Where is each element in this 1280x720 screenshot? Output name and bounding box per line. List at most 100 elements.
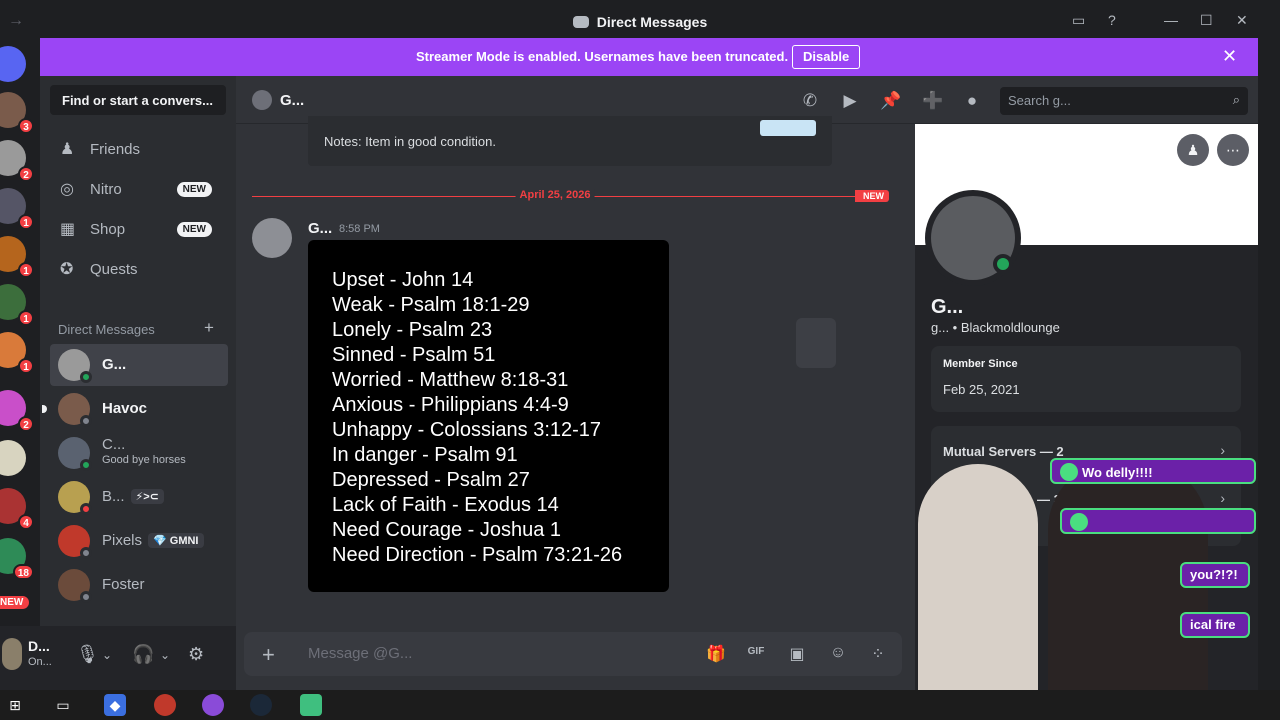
friends-icon: ♟	[60, 141, 75, 158]
server-icon[interactable]: 1	[0, 332, 34, 374]
nav-quests[interactable]: ✪ Quests	[50, 252, 226, 288]
overlay-chat-message	[1060, 508, 1256, 534]
streamer-mode-banner: Streamer Mode is enabled. Usernames have…	[40, 38, 1258, 76]
nav-nitro[interactable]: ◎ Nitro NEW	[50, 172, 226, 208]
add-friend-icon[interactable]: ♟	[1177, 134, 1209, 166]
gift-icon[interactable]: 🎁	[706, 644, 726, 664]
nav-shop[interactable]: ▦ Shop NEW	[50, 212, 226, 248]
verse-line: In danger - Psalm 91	[332, 444, 518, 466]
mutual-servers-row[interactable]: Mutual Servers — 2	[943, 444, 1064, 459]
windows-start-icon[interactable]: ⊞	[4, 694, 26, 716]
header-username: G...	[280, 92, 305, 109]
video-call-icon[interactable]: ▶	[840, 91, 860, 111]
chevron-down-icon[interactable]: ⌄	[160, 648, 170, 662]
new-badge: NEW	[0, 596, 30, 609]
os-taskbar: ⊞ ▭ ◆	[0, 690, 1280, 720]
quests-icon: ✪	[60, 261, 74, 278]
emoji-icon[interactable]: ☺	[828, 644, 848, 662]
status-offline-icon	[80, 547, 92, 559]
member-since-card: Member Since Feb 25, 2021	[931, 346, 1241, 412]
gif-icon[interactable]: GIF	[746, 646, 766, 657]
verse-line: Need Direction - Psalm 73:21-26	[332, 544, 623, 566]
verse-line: Depressed - Psalm 27	[332, 469, 530, 491]
avatar[interactable]	[2, 638, 22, 670]
server-tag: ⚡>⊂	[130, 489, 164, 504]
nav-friends[interactable]: ♟ Friends	[50, 132, 226, 168]
headphones-icon[interactable]: 🎧	[132, 644, 154, 665]
composer-area: + Message @G... 🎁 GIF ▣ ☺ ⁘	[236, 626, 915, 690]
microphone-icon[interactable]: 🎙	[76, 644, 99, 665]
create-dm-plus-icon[interactable]: +	[204, 318, 214, 338]
server-icon[interactable]: 1	[0, 188, 34, 230]
profile-display-name: G...	[931, 296, 964, 318]
more-options-icon[interactable]: ⋯	[1217, 134, 1249, 166]
new-badge: NEW	[176, 222, 212, 237]
message-author[interactable]: G...	[308, 220, 332, 237]
new-badge: NEW	[855, 190, 889, 202]
server-icon[interactable]: 4	[0, 488, 34, 530]
steam-icon[interactable]	[250, 694, 272, 716]
banner-text: Streamer Mode is enabled. Usernames have…	[416, 49, 789, 64]
minimize-button[interactable]: —	[1164, 12, 1178, 28]
dm-item[interactable]: Foster	[50, 564, 228, 606]
verse-line: Need Courage - Joshua 1	[332, 519, 562, 541]
message-image[interactable]: Upset - John 14 Weak - Psalm 18:1-29 Lon…	[308, 240, 669, 592]
pin-icon[interactable]: 📌	[880, 91, 901, 111]
apps-icon[interactable]: ⁘	[868, 644, 888, 664]
task-view-icon[interactable]: ▭	[52, 694, 74, 716]
verse-line: Lack of Faith - Exodus 14	[332, 494, 559, 516]
verse-line: Anxious - Philippians 4:4-9	[332, 394, 569, 416]
message-timestamp: 8:58 PM	[339, 223, 380, 235]
inbox-icon[interactable]: ▭	[1072, 12, 1085, 29]
chrome-icon[interactable]	[154, 694, 176, 716]
message-list: Notes: Item in good condition. April 25,…	[236, 116, 915, 626]
new-badge: NEW	[176, 182, 212, 197]
server-icon[interactable]: 18	[0, 538, 34, 580]
overlay-chat-message: ical fire	[1180, 612, 1250, 638]
settings-gear-icon[interactable]: ⚙	[188, 644, 204, 665]
message-input[interactable]: + Message @G... 🎁 GIF ▣ ☺ ⁘	[244, 632, 902, 676]
dm-item[interactable]: C... Good bye horses	[50, 432, 228, 474]
server-icon[interactable]: 1	[0, 236, 34, 278]
overlay-chat-message: you?!?!	[1180, 562, 1250, 588]
server-icon[interactable]: 1	[0, 284, 34, 326]
voice-call-icon[interactable]: ✆	[800, 91, 820, 111]
server-icon[interactable]: 3	[0, 92, 34, 134]
app-icon[interactable]	[202, 694, 224, 716]
avatar[interactable]	[252, 218, 292, 258]
status-offline-icon	[80, 591, 92, 603]
server-icon[interactable]: 2	[0, 390, 34, 432]
dm-item[interactable]: G...	[50, 344, 228, 386]
shop-icon: ▦	[60, 221, 76, 238]
user-profile-icon[interactable]: ●	[962, 91, 982, 111]
close-banner-icon[interactable]: ✕	[1222, 46, 1237, 67]
help-icon[interactable]: ?	[1108, 12, 1116, 28]
verse-line: Sinned - Psalm 51	[332, 344, 496, 366]
add-friends-to-dm-icon[interactable]: ➕	[922, 91, 943, 111]
sticker-icon[interactable]: ▣	[787, 644, 807, 664]
attach-plus-icon[interactable]: +	[262, 642, 275, 668]
close-window-button[interactable]: ✕	[1236, 12, 1248, 29]
profile-avatar[interactable]	[925, 190, 1021, 286]
home-icon[interactable]	[0, 46, 26, 82]
dm-item[interactable]: Havoc	[50, 388, 228, 430]
dm-sidebar: Find or start a convers... ♟ Friends ◎ N…	[40, 76, 236, 626]
server-icon[interactable]: 2	[0, 140, 34, 182]
server-tag: 💎 GMNI	[148, 533, 204, 548]
app-icon[interactable]: ◆	[104, 694, 126, 716]
embed-button[interactable]	[760, 120, 816, 136]
chevron-down-icon[interactable]: ⌄	[102, 648, 112, 662]
dm-item[interactable]: Pixels 💎 GMNI	[50, 520, 228, 562]
disable-streamer-button[interactable]: Disable	[792, 45, 861, 69]
discord-taskbar-icon[interactable]	[300, 694, 322, 716]
maximize-button[interactable]: ☐	[1200, 12, 1213, 29]
status-dnd-icon	[80, 503, 92, 515]
dm-section-header: Direct Messages	[58, 322, 155, 337]
search-input[interactable]: Search g... ⌕	[1000, 87, 1248, 115]
verse-line: Weak - Psalm 18:1-29	[332, 294, 530, 316]
find-conversation-button[interactable]: Find or start a convers...	[50, 85, 226, 115]
verse-line: Lonely - Psalm 23	[332, 319, 493, 341]
new-messages-divider: April 25, 2026 NEW	[252, 189, 889, 202]
dm-item[interactable]: B... ⚡>⊂	[50, 476, 228, 518]
server-icon[interactable]	[0, 440, 26, 476]
